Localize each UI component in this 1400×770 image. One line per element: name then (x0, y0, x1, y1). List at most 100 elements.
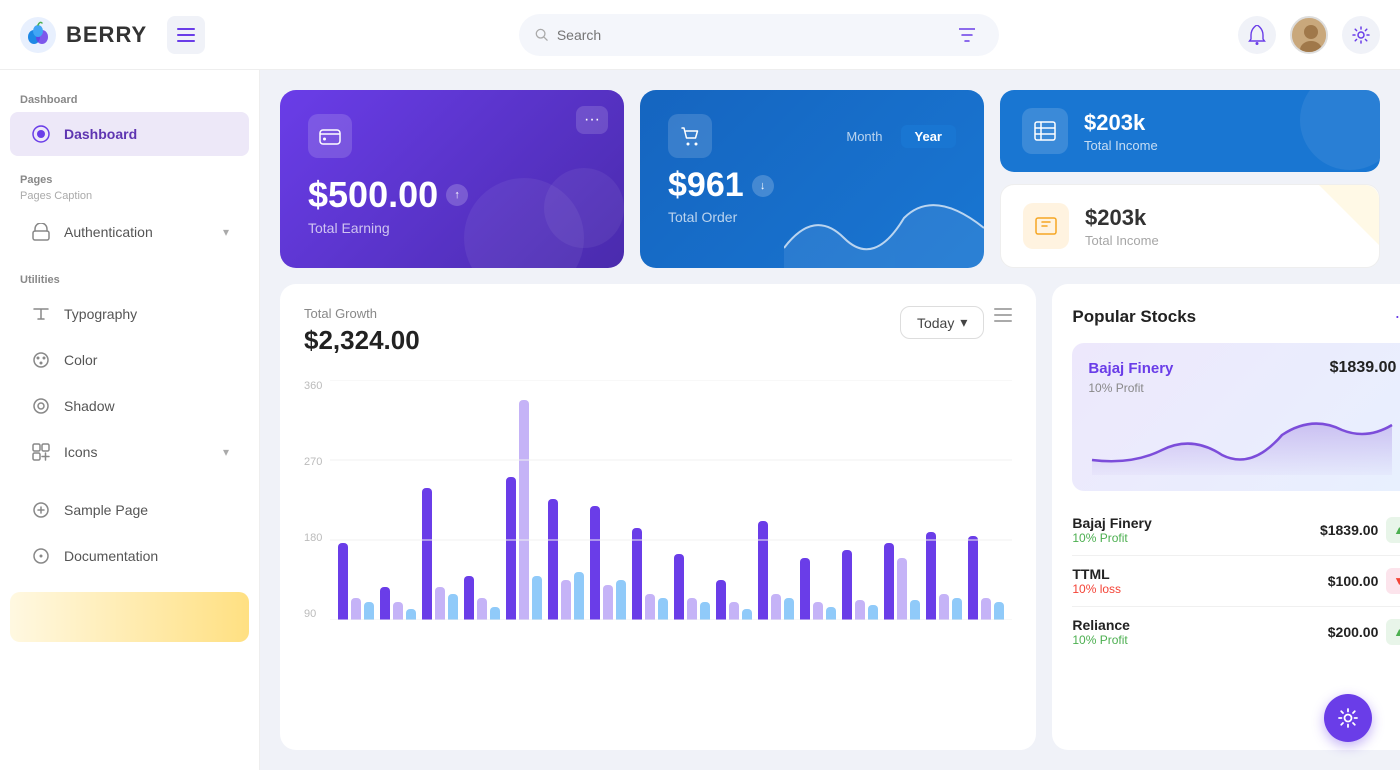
bar-light-purple-13 (897, 558, 907, 620)
order-tab-month[interactable]: Month (832, 125, 896, 148)
sidebar-item-color[interactable]: Color (10, 338, 249, 382)
stock-list-item-1: TTML 10% loss $100.00 ▼ (1072, 556, 1400, 607)
bar-light-blue-1 (406, 609, 416, 620)
bar-group-1 (380, 587, 416, 620)
chart-menu-button[interactable] (994, 308, 1012, 322)
docs-icon (30, 545, 52, 567)
auth-chevron-icon: ▾ (223, 225, 229, 239)
topbar-settings-button[interactable] (1342, 16, 1380, 54)
order-tab-year[interactable]: Year (901, 125, 956, 148)
chart-body: 360 270 180 90 (304, 372, 1012, 620)
stock-price-1: $100.00 (1328, 573, 1379, 589)
sidebar-sample-label: Sample Page (64, 502, 148, 518)
featured-stock-chart (1088, 405, 1396, 475)
income-label-2: Total Income (1085, 233, 1159, 248)
earning-dots-button[interactable]: ··· (576, 106, 608, 134)
bar-group-5 (548, 499, 584, 620)
bar-purple-11 (800, 558, 810, 620)
bar-light-purple-14 (939, 594, 949, 620)
sidebar-item-authentication[interactable]: Authentication ▾ (10, 210, 249, 254)
content-area: ··· $500.00 ↑ Total Earning (260, 70, 1400, 770)
earning-card-icon (308, 114, 352, 158)
sidebar-item-sample-page[interactable]: Sample Page (10, 488, 249, 532)
chart-card: Total Growth $2,324.00 Today ▾ (280, 284, 1036, 750)
bar-group-11 (800, 558, 836, 620)
bar-light-purple-11 (813, 602, 823, 620)
sidebar-item-shadow[interactable]: Shadow (10, 384, 249, 428)
featured-stock: Bajaj Finery $1839.00 10% Profit (1072, 343, 1400, 491)
today-label: Today (917, 315, 954, 331)
bar-group-7 (632, 528, 668, 620)
search-icon (535, 27, 549, 43)
bar-group-2 (422, 488, 458, 620)
today-filter-button[interactable]: Today ▾ (900, 306, 984, 339)
stock-info-1: TTML 10% loss (1072, 566, 1121, 596)
income-icon-1 (1022, 108, 1068, 154)
income-label-1: Total Income (1084, 138, 1158, 153)
search-input[interactable] (557, 27, 944, 43)
bar-group-4 (506, 400, 542, 620)
search-area (519, 14, 999, 56)
sidebar-pages-caption: Pages Caption (0, 190, 259, 208)
y-label-180: 180 (304, 532, 322, 544)
bar-light-purple-4 (519, 400, 529, 620)
earning-card: ··· $500.00 ↑ Total Earning (280, 90, 624, 268)
color-icon (30, 349, 52, 371)
bar-group-0 (338, 543, 374, 620)
sidebar-item-typography[interactable]: Typography (10, 292, 249, 336)
stocks-dots-button[interactable]: ··· (1394, 306, 1400, 327)
bar-light-blue-6 (616, 580, 626, 620)
bar-purple-15 (968, 536, 978, 620)
featured-stock-header: Bajaj Finery $1839.00 (1088, 359, 1396, 377)
chart-title: Total Growth (304, 306, 420, 321)
filter-button[interactable] (952, 17, 983, 53)
order-down-icon: ↓ (752, 175, 774, 197)
stock-right-0: $1839.00 ▲ (1320, 517, 1400, 543)
bar-purple-6 (590, 506, 600, 620)
sidebar-dashboard-label: Dashboard (64, 126, 137, 142)
income-amount-1: $203k (1084, 110, 1158, 136)
stocks-card: Popular Stocks ··· Bajaj Finery $1839.00… (1052, 284, 1400, 750)
berry-logo (20, 17, 56, 53)
bar-group-6 (590, 506, 626, 620)
floating-gear-button[interactable] (1324, 694, 1372, 742)
order-amount: $961 (668, 166, 744, 205)
bar-group-12 (842, 550, 878, 620)
income-card-2: $203k Total Income (1000, 184, 1380, 268)
sidebar-item-documentation[interactable]: Documentation (10, 534, 249, 578)
bar-light-blue-14 (952, 598, 962, 620)
stock-badge-2: ▲ (1386, 619, 1400, 645)
sidebar-item-dashboard[interactable]: Dashboard (10, 112, 249, 156)
sidebar-icons-label: Icons (64, 444, 97, 460)
stock-price-0: $1839.00 (1320, 522, 1378, 538)
bar-group-9 (716, 580, 752, 620)
avatar[interactable] (1290, 16, 1328, 54)
sample-icon (30, 499, 52, 521)
bar-light-blue-7 (658, 598, 668, 620)
stock-badge-1: ▼ (1386, 568, 1400, 594)
order-tab-group: Month Year (832, 125, 956, 148)
income-card-2-decor (1319, 185, 1379, 245)
bar-group-15 (968, 536, 1004, 620)
order-card: Month Year $961 ↓ Total Order (640, 90, 984, 268)
sidebar-auth-label: Authentication (64, 224, 153, 240)
stock-name-2: Reliance (1072, 617, 1130, 633)
hamburger-button[interactable] (167, 16, 205, 54)
sidebar-section-pages: Pages (0, 166, 259, 190)
income-text-1: $203k Total Income (1084, 110, 1158, 153)
bar-light-blue-2 (448, 594, 458, 620)
featured-stock-profit: 10% Profit (1088, 381, 1396, 395)
featured-stock-name: Bajaj Finery (1088, 360, 1173, 377)
bar-group-10 (758, 521, 794, 620)
bar-light-blue-4 (532, 576, 542, 620)
bar-light-purple-10 (771, 594, 781, 620)
sidebar-item-icons[interactable]: Icons ▾ (10, 430, 249, 474)
chart-header: Total Growth $2,324.00 Today ▾ (304, 306, 1012, 356)
stocks-title: Popular Stocks (1072, 307, 1196, 327)
notification-button[interactable] (1238, 16, 1276, 54)
bar-light-blue-10 (784, 598, 794, 620)
bar-light-blue-15 (994, 602, 1004, 620)
bar-purple-12 (842, 550, 852, 620)
topbar-right (1238, 16, 1380, 54)
bar-light-purple-6 (603, 585, 613, 620)
